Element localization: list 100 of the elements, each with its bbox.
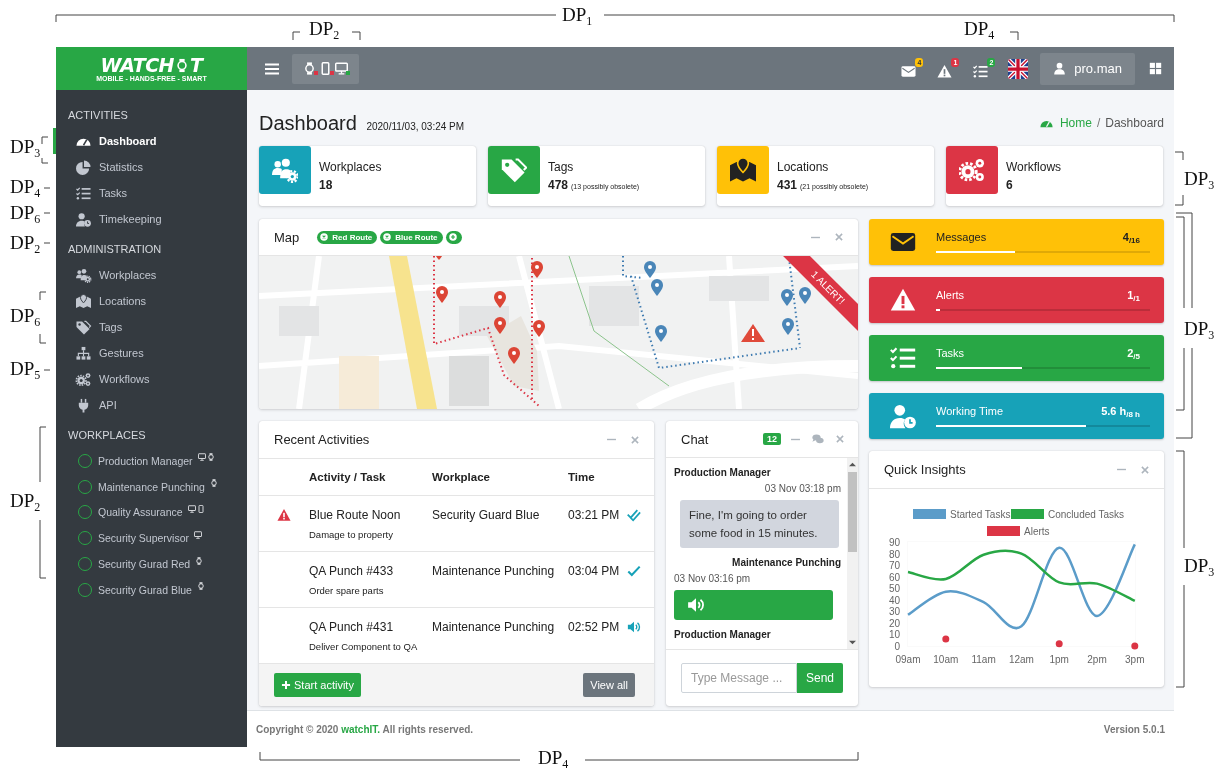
activity-row[interactable]: Blue Route Noon Damage to property Security Guard Blue 03:21 PM: [259, 496, 654, 552]
close-icon: [630, 434, 640, 445]
page-title: Dashboard: [259, 111, 357, 134]
message-bubble: Fine, I'm going to order some food in 15 minutes.: [680, 500, 839, 548]
scroll-down-icon[interactable]: [849, 639, 856, 646]
nav-item[interactable]: Workflows: [53, 366, 247, 392]
speaker-icon: [627, 620, 642, 634]
users-gear-icon: [75, 267, 92, 283]
annotation-label: DP$_{3}$: [1184, 168, 1215, 190]
remove-icon: [383, 233, 392, 241]
flag-icon[interactable]: [1008, 58, 1029, 79]
remove-icon: [320, 233, 329, 241]
legend-label: Started Tasks: [950, 509, 1011, 520]
double-check-icon: [627, 508, 642, 522]
message-input[interactable]: Type Message ...: [681, 663, 797, 693]
activity-row[interactable]: QA Punch #433 Order spare parts Maintenance Punching 03:04 PM: [259, 552, 654, 608]
version-text: Version 5.0.1: [1103, 723, 1165, 735]
audio-message[interactable]: [674, 590, 833, 620]
add-filter-button[interactable]: [445, 230, 462, 244]
annotation-label: DP$_{4}$: [964, 18, 995, 40]
axis-label: 70: [888, 560, 900, 572]
task-title: QA Punch #433: [309, 564, 394, 578]
table-cell: 03:04 PM: [568, 564, 620, 578]
axis-label: 11am: [971, 654, 996, 665]
column-header: Activity / Task: [309, 471, 387, 483]
legend-item[interactable]: Concluded Tasks: [1011, 509, 1124, 520]
stat-value: 2$_{/5}$: [1127, 347, 1140, 361]
legend-item[interactable]: Started Tasks: [913, 509, 1011, 520]
section-heading: ACTIVITIES: [67, 108, 129, 123]
bracket-line: [43, 212, 51, 214]
stat-label: Tasks: [936, 347, 965, 361]
task-detail: Order spare parts: [309, 585, 385, 596]
scrollbar[interactable]: [847, 458, 858, 649]
phone-icon: [319, 62, 332, 75]
box-label: Tags: [548, 160, 575, 174]
stat-card[interactable]: Messages 4$_{/16}$: [869, 219, 1164, 265]
tag-icon: [501, 157, 527, 183]
legend-item[interactable]: Alerts: [987, 526, 1050, 537]
warning-icon: [889, 287, 916, 313]
nav-item[interactable]: API: [53, 392, 247, 418]
count-badge: 12: [763, 433, 781, 445]
table-cell: 03:21 PM: [568, 508, 620, 522]
close-button[interactable]: [834, 232, 844, 242]
device-toggle-button[interactable]: [292, 53, 359, 84]
watch-icon: [209, 479, 218, 488]
nav-item[interactable]: Tasks: [53, 180, 247, 206]
annotation-label: DP$_{2}$: [10, 232, 41, 254]
box-label: Locations: [777, 160, 830, 174]
scroll-up-icon[interactable]: [849, 461, 856, 468]
close-button[interactable]: [630, 434, 640, 445]
box-label: Workflows: [1006, 160, 1062, 174]
annotation-label: DP$_{5}$: [10, 358, 41, 380]
nav-item[interactable]: Locations: [53, 288, 247, 314]
workplace-link[interactable]: Security Gurad Red: [98, 558, 191, 571]
card-title: Recent Activities: [274, 432, 370, 447]
axis-label: 1pm: [1049, 654, 1069, 665]
annotation-label: DP$_{2}$: [10, 490, 41, 512]
bracket-line: [39, 291, 47, 344]
stat-value: 4$_{/16}$: [1122, 231, 1140, 245]
message-time: 03 Nov 03:16 pm: [674, 573, 752, 584]
bracket-line: [41, 136, 49, 164]
axis-label: 10am: [933, 654, 959, 665]
card-title: Quick Insights: [884, 462, 966, 477]
warning-icon: [277, 508, 291, 522]
pie-chart-icon: [75, 159, 92, 175]
nav-item[interactable]: Workplaces: [53, 262, 247, 288]
bracket-line: [43, 369, 51, 371]
gears-icon: [75, 371, 92, 387]
view-all-button[interactable]: View all: [583, 673, 635, 697]
sender-name: Maintenance Punching: [731, 557, 841, 568]
column-header: Workplace: [432, 471, 491, 483]
user-menu-button[interactable]: pro.man: [1040, 52, 1135, 85]
phone-icon: [196, 505, 205, 513]
annotation-label: DP$_{2}$: [309, 18, 340, 40]
contacts-button[interactable]: [812, 433, 824, 445]
axis-label: 20: [888, 617, 900, 629]
stat-card[interactable]: Alerts 1$_{/1}$: [869, 277, 1164, 323]
nav-item[interactable]: Gestures: [53, 340, 247, 366]
nav-item[interactable]: Tags: [53, 314, 247, 340]
workplace-link[interactable]: Production Manager: [98, 454, 193, 467]
grid-icon[interactable]: [1149, 62, 1162, 75]
close-button[interactable]: [835, 434, 845, 444]
axis-label: 90: [888, 537, 900, 548]
task-title: Blue Route Noon: [309, 508, 401, 522]
warning-icon: [741, 324, 765, 342]
workplace-link[interactable]: Security Supervisor: [98, 532, 190, 545]
close-button[interactable]: [1140, 464, 1150, 475]
box-value: 478: [548, 178, 569, 192]
workplace-link[interactable]: Security Gurad Blue: [98, 583, 192, 596]
stat-value: 5.6 h$_{/8 h}$: [1101, 405, 1140, 419]
checklist-icon: [75, 185, 92, 201]
nav-item[interactable]: Statistics: [53, 154, 247, 180]
legend-label: Concluded Tasks: [1048, 509, 1124, 520]
nav-item[interactable]: Timekeeping: [53, 206, 247, 232]
workplace-link[interactable]: Quality Assurance: [98, 506, 183, 519]
workplace-link[interactable]: Maintenance Punching: [98, 480, 205, 493]
close-icon: [835, 434, 845, 444]
axis-label: 10: [888, 629, 900, 641]
axis-label: 2pm: [1087, 654, 1107, 665]
annotation-label: DP$_{3}$: [10, 136, 41, 158]
